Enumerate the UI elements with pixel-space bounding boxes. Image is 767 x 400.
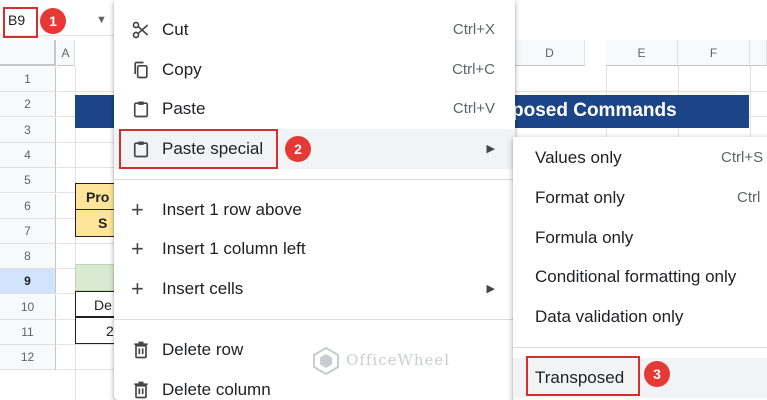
row-header-2[interactable]: 2 <box>0 92 56 117</box>
menu-item-insert-cells[interactable]: + Insert cells ▶ <box>114 269 515 309</box>
menu-item-cut[interactable]: Cut Ctrl+X <box>114 10 515 50</box>
submenu-item-conditional-formatting-only[interactable]: Conditional formatting only <box>513 257 767 297</box>
header-cell-s[interactable]: S <box>75 209 119 237</box>
transposed-highlight <box>526 356 640 396</box>
menu-item-label: Delete row <box>162 340 244 359</box>
submenu-item-shortcut: Ctrl <box>737 189 761 206</box>
menu-item-paste[interactable]: Paste Ctrl+V <box>114 89 515 129</box>
menu-item-copy[interactable]: Copy Ctrl+C <box>114 50 515 90</box>
chevron-down-icon[interactable]: ▼ <box>96 14 107 26</box>
column-header-e[interactable]: E <box>606 40 678 66</box>
context-menu: Cut Ctrl+X Copy Ctrl+C Paste Ctrl+V Past… <box>114 0 515 400</box>
menu-item-label: Insert cells <box>162 279 244 298</box>
row-header-9[interactable]: 9 <box>0 269 56 294</box>
submenu-item-shortcut: Ctrl+S <box>721 149 764 166</box>
scissors-icon <box>132 21 149 39</box>
plus-icon: + <box>131 236 144 261</box>
watermark-text: OfficeWheel <box>346 351 451 369</box>
submenu-item-label: Data validation only <box>535 307 684 326</box>
clipboard-icon <box>133 101 149 118</box>
menu-item-shortcut: Ctrl+X <box>452 21 495 38</box>
plus-icon: + <box>131 276 144 301</box>
name-box-highlight <box>3 7 38 38</box>
menu-item-label: Copy <box>162 60 202 79</box>
header-cell-pro[interactable]: Pro <box>75 183 119 210</box>
row-header-7[interactable]: 7 <box>0 219 56 244</box>
column-header-g[interactable] <box>750 40 767 66</box>
row-header-12[interactable]: 12 <box>0 345 56 370</box>
menu-item-insert-row-above[interactable]: + Insert 1 row above <box>114 190 515 230</box>
submenu-item-data-validation-only[interactable]: Data validation only <box>513 297 767 337</box>
submenu-item-label: Values only <box>535 148 622 167</box>
menu-item-shortcut: Ctrl+C <box>452 61 495 78</box>
row-header-11[interactable]: 11 <box>0 320 56 345</box>
submenu-item-formula-only[interactable]: Formula only <box>513 218 767 258</box>
officewheel-logo-icon <box>313 347 339 375</box>
row-header-4[interactable]: 4 <box>0 143 56 168</box>
plus-icon: + <box>131 197 144 222</box>
paste-special-highlight <box>119 129 278 169</box>
submenu-item-values-only[interactable]: Values only Ctrl+S <box>513 138 767 178</box>
menu-item-insert-column-left[interactable]: + Insert 1 column left <box>114 229 515 269</box>
step-2-badge: 2 <box>285 136 311 162</box>
caret-right-icon: ▶ <box>486 283 495 295</box>
row-header-6[interactable]: 6 <box>0 194 56 219</box>
menu-item-shortcut: Ctrl+V <box>452 100 495 117</box>
trash-icon <box>134 341 148 359</box>
step-3-badge: 3 <box>644 361 670 387</box>
row-header-3[interactable]: 3 <box>0 118 56 143</box>
row-header-5[interactable]: 5 <box>0 168 56 193</box>
submenu-item-label: Conditional formatting only <box>535 267 737 286</box>
row-header-8[interactable]: 8 <box>0 244 56 269</box>
column-header-a[interactable]: A <box>57 40 75 66</box>
row-header-1[interactable]: 1 <box>0 67 56 92</box>
column-header-d[interactable]: D <box>515 40 585 66</box>
trash-icon <box>134 381 148 399</box>
submenu-item-label: Formula only <box>535 228 634 247</box>
submenu-item-format-only[interactable]: Format only Ctrl <box>513 178 767 218</box>
row-header-10[interactable]: 10 <box>0 295 56 320</box>
step-1-badge: 1 <box>40 8 66 34</box>
menu-item-label: Insert 1 row above <box>162 200 302 219</box>
menu-separator <box>114 319 515 320</box>
data-cell-de[interactable]: De <box>75 291 119 317</box>
menu-item-label: Delete column <box>162 380 271 399</box>
submenu-separator <box>513 347 767 348</box>
column-header-f[interactable]: F <box>678 40 750 66</box>
menu-item-label: Insert 1 column left <box>162 239 306 258</box>
copy-icon <box>134 61 148 79</box>
menu-item-label: Paste <box>162 99 206 118</box>
data-cell-2[interactable]: 2 <box>75 317 119 344</box>
submenu-item-label: Format only <box>535 188 625 207</box>
select-all-corner[interactable] <box>0 40 56 66</box>
menu-item-label: Cut <box>162 20 189 39</box>
green-header-cell[interactable] <box>75 264 119 291</box>
caret-right-icon: ▶ <box>486 143 495 155</box>
title-banner-text: posed Commands <box>512 100 677 121</box>
menu-separator <box>114 179 515 180</box>
